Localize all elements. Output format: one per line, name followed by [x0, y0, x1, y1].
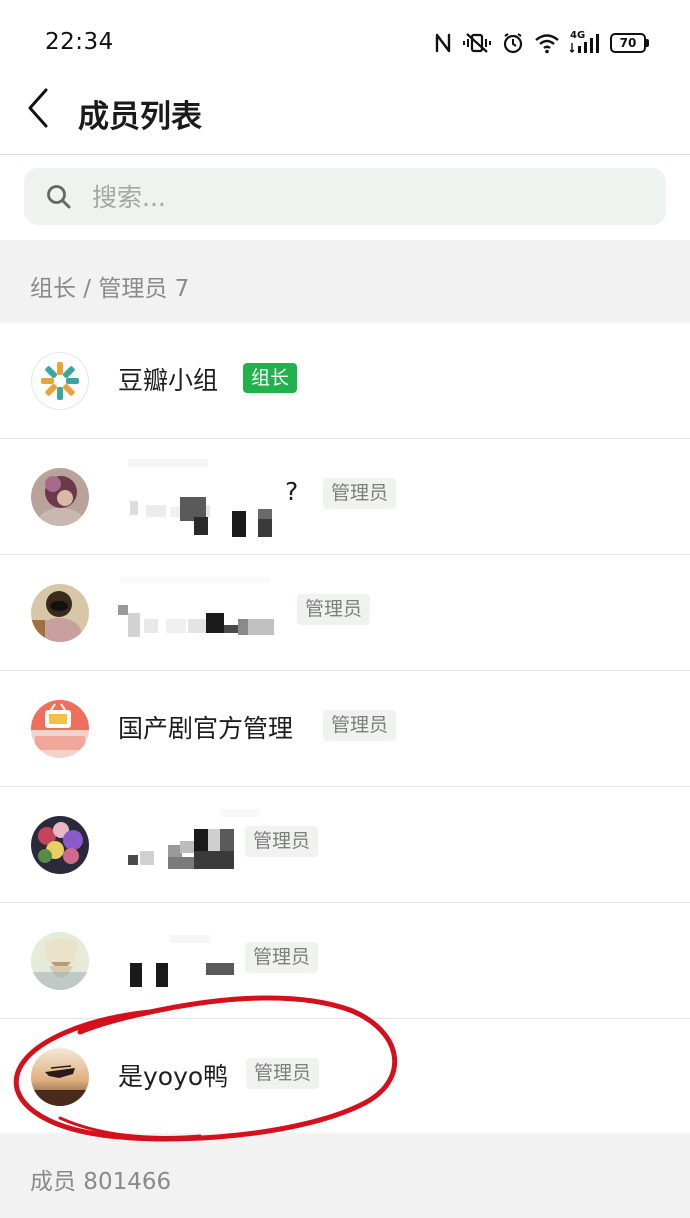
admin-badge: 管理员 — [323, 710, 397, 741]
admin-badge: 管理员 — [245, 942, 319, 973]
admins-section-header: 组长 / 管理员 7 — [0, 240, 690, 323]
cellular-signal: 4G — [570, 30, 600, 54]
admin-badge: 管理员 — [245, 826, 319, 857]
user-avatar — [31, 468, 89, 526]
status-icons: 4G 70 — [434, 30, 649, 56]
user-avatar — [31, 932, 89, 990]
member-name: 豆瓣小组 — [118, 366, 219, 395]
search-icon — [47, 185, 71, 209]
member-row[interactable]: 国产剧官方管理 管理员 — [0, 671, 690, 787]
search-bar[interactable] — [24, 168, 666, 225]
member-row[interactable]: ? 管理员 — [0, 439, 690, 555]
admin-badge: 管理员 — [297, 594, 371, 625]
member-list: 豆瓣小组 组长 ? 管理员 管理员 国产剧官方管理 管理员 管理员 管理员 是y… — [0, 323, 690, 1134]
owner-badge: 组长 — [243, 363, 298, 393]
nfc-icon — [435, 33, 451, 53]
members-section-header: 成员 801466 — [0, 1133, 690, 1218]
user-avatar — [31, 584, 89, 642]
admins-section-label: 组长 / 管理员 7 — [30, 276, 190, 302]
admin-badge: 管理员 — [246, 1058, 320, 1089]
member-name: 国产剧官方管理 — [118, 714, 294, 743]
signal-bars-icon — [570, 34, 599, 53]
status-bar: 22:34 4G 70 — [0, 0, 690, 84]
back-button[interactable] — [24, 84, 60, 134]
battery-icon: 70 — [610, 33, 649, 53]
user-avatar — [31, 700, 89, 758]
member-row[interactable]: 管理员 — [0, 903, 690, 1019]
redacted-name-mosaic — [118, 575, 288, 655]
page-title: 成员列表 — [78, 99, 202, 135]
user-avatar — [31, 816, 89, 874]
member-row[interactable]: 是yoyo鸭 管理员 — [0, 1019, 690, 1134]
app-header: 成员列表 — [0, 84, 690, 155]
member-row[interactable]: 管理员 — [0, 555, 690, 671]
user-avatar — [31, 1048, 89, 1106]
redacted-name-mosaic — [128, 459, 288, 539]
member-name: ? — [285, 477, 299, 506]
member-row[interactable]: 管理员 — [0, 787, 690, 903]
status-time: 22:34 — [45, 29, 114, 55]
group-logo-avatar — [31, 352, 89, 410]
admin-badge: 管理员 — [323, 478, 397, 509]
alarm-icon — [503, 33, 523, 54]
wifi-icon — [535, 34, 559, 54]
vibrate-mute-icon — [463, 33, 491, 53]
chevron-left-icon — [28, 88, 48, 128]
battery-level: 70 — [619, 36, 637, 50]
members-section-label: 成员 801466 — [30, 1169, 172, 1195]
member-name: 是yoyo鸭 — [118, 1062, 229, 1091]
search-input[interactable] — [90, 178, 634, 217]
member-row[interactable]: 豆瓣小组 组长 — [0, 323, 690, 439]
